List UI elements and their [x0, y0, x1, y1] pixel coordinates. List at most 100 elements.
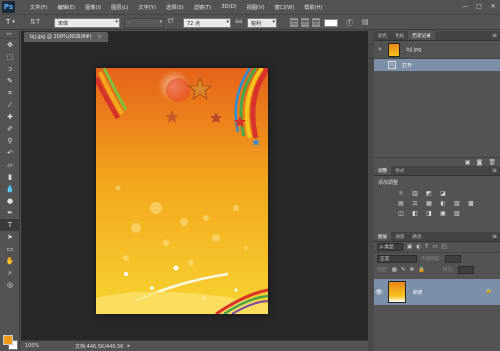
history-snapshot[interactable]: ✎ bjj.jpg — [374, 41, 500, 59]
menu-file[interactable]: 文件(F) — [25, 4, 52, 11]
document-canvas[interactable] — [96, 68, 268, 314]
tab-history[interactable]: 历史记录 — [408, 31, 435, 40]
font-size-select[interactable]: 72 点 ▾ — [183, 18, 231, 28]
visibility-eye-icon[interactable]: 👁 — [374, 289, 384, 296]
adjustment-filter-icon[interactable]: ◐ — [416, 244, 421, 250]
tab-swatches[interactable]: 色板 — [391, 31, 408, 40]
channel-mixer-icon[interactable]: ▩ — [466, 199, 476, 207]
move-tool-icon[interactable]: ✥ — [0, 39, 20, 51]
font-family-select[interactable]: 宋体 ▾ — [54, 18, 120, 28]
history-brush-tool-icon[interactable]: ↶ — [0, 147, 20, 159]
close-tab-icon[interactable]: × — [98, 34, 102, 40]
new-document-from-state-icon[interactable]: ▣ — [465, 159, 471, 166]
type-tool-icon[interactable]: T — [0, 219, 20, 231]
tab-layers[interactable]: 图层 — [374, 232, 392, 241]
minimize-button[interactable]: — — [460, 2, 470, 10]
quick-mask-icon[interactable]: ◎ — [0, 279, 20, 291]
hand-tool-icon[interactable]: ✋ — [0, 255, 20, 267]
document-info[interactable]: 文档:446.5K/446.5K — [75, 343, 124, 350]
lock-pixels-icon[interactable]: ✎ — [401, 267, 406, 273]
blend-mode-select[interactable]: 正常 — [377, 254, 417, 263]
smart-object-filter-icon[interactable]: ◰ — [442, 244, 447, 250]
tab-adjustments[interactable]: 调整 — [374, 166, 392, 175]
align-left-icon[interactable] — [290, 18, 298, 27]
threshold-icon[interactable]: ◨ — [424, 209, 434, 217]
clone-stamp-tool-icon[interactable]: ⚲ — [0, 135, 20, 147]
type-filter-icon[interactable]: T — [425, 244, 428, 250]
panel-menu-icon[interactable]: ≡ — [492, 233, 497, 240]
marquee-tool-icon[interactable]: ⬚ — [0, 51, 20, 63]
text-orientation-icon[interactable]: ⇅T — [30, 18, 40, 26]
menu-view[interactable]: 视图(V) — [242, 4, 270, 11]
document-tab[interactable]: bjj.jpg @ 100%(RGB/8#) × — [24, 32, 108, 42]
gradient-map-icon[interactable]: ▣ — [438, 209, 448, 217]
exposure-icon[interactable]: ◪ — [438, 189, 448, 197]
menu-edit[interactable]: 编辑(E) — [52, 4, 80, 11]
brush-tool-icon[interactable]: ✐ — [0, 123, 20, 135]
character-panel-icon[interactable]: ▤ — [362, 18, 369, 26]
posterize-icon[interactable]: ◧ — [410, 209, 420, 217]
status-menu-icon[interactable]: ▸ — [128, 343, 131, 349]
fill-input[interactable] — [457, 265, 474, 274]
black-white-icon[interactable]: ◐ — [438, 199, 448, 207]
levels-icon[interactable]: ▥ — [410, 189, 420, 197]
lock-position-icon[interactable]: ✥ — [410, 267, 415, 273]
lock-transparency-icon[interactable]: ▦ — [392, 267, 397, 273]
menu-filter[interactable]: 滤镜(T) — [189, 4, 217, 11]
healing-brush-tool-icon[interactable]: ✚ — [0, 111, 20, 123]
photo-filter-icon[interactable]: ▧ — [452, 199, 462, 207]
blur-tool-icon[interactable]: 💧 — [0, 183, 20, 195]
layer-row[interactable]: 👁 背景 🔒 — [374, 279, 500, 305]
lasso-tool-icon[interactable]: ↄ — [0, 63, 20, 75]
selective-color-icon[interactable]: ▨ — [452, 209, 462, 217]
antialias-select[interactable]: 锐利 ▾ — [247, 18, 277, 28]
toolbox-grip-icon[interactable]: ▸▸ — [0, 31, 19, 39]
menu-image[interactable]: 图像(I) — [80, 4, 106, 11]
menu-3d[interactable]: 3D(D) — [216, 4, 241, 11]
align-center-icon[interactable] — [301, 18, 309, 27]
shape-tool-icon[interactable]: ▭ — [0, 243, 20, 255]
type-tool-preset-icon[interactable]: T ▾ — [6, 16, 22, 28]
warp-text-icon[interactable]: Ⓣ — [346, 18, 353, 28]
dodge-tool-icon[interactable]: ● — [0, 195, 20, 207]
path-select-tool-icon[interactable]: ➤ — [0, 231, 20, 243]
shape-filter-icon[interactable]: ▭ — [432, 244, 437, 250]
tab-paths[interactable]: 路径 — [408, 232, 425, 241]
history-state[interactable]: ▫ 打开 — [374, 59, 500, 71]
camera-snapshot-icon[interactable]: ◙ — [477, 159, 483, 166]
menu-select[interactable]: 选择(S) — [161, 4, 189, 11]
crop-tool-icon[interactable]: ⌗ — [0, 87, 20, 99]
opacity-input[interactable] — [444, 254, 461, 263]
zoom-level[interactable]: 100% — [21, 343, 45, 349]
zoom-tool-icon[interactable]: ⌕ — [0, 267, 20, 279]
trash-icon[interactable]: 🗑 — [488, 159, 496, 166]
eraser-tool-icon[interactable]: ▱ — [0, 159, 20, 171]
pixel-filter-icon[interactable]: ▣ — [407, 244, 412, 250]
panel-menu-icon[interactable]: ≡ — [492, 167, 497, 174]
align-right-icon[interactable] — [312, 18, 320, 27]
tab-styles[interactable]: 样式 — [391, 166, 408, 175]
foreground-color-swatch[interactable] — [3, 335, 13, 345]
panel-menu-icon[interactable]: ≡ — [492, 32, 497, 39]
quick-select-tool-icon[interactable]: ✎ — [0, 75, 20, 87]
layer-kind-filter[interactable]: ρ 类型 — [377, 243, 403, 251]
vibrance-icon[interactable]: ▤ — [396, 199, 406, 207]
font-style-select[interactable]: - ▾ — [124, 18, 164, 28]
close-button[interactable]: ✕ — [488, 2, 498, 10]
menu-type[interactable]: 文字(Y) — [133, 4, 161, 11]
color-balance-icon[interactable]: ▦ — [424, 199, 434, 207]
menu-layer[interactable]: 图层(L) — [106, 4, 133, 11]
invert-icon[interactable]: ◫ — [396, 209, 406, 217]
tab-channels[interactable]: 通道 — [391, 232, 408, 241]
brightness-contrast-icon[interactable]: ☼ — [396, 189, 406, 197]
lock-all-icon[interactable]: 🔒 — [418, 267, 425, 273]
tab-color[interactable]: 颜色 — [374, 31, 391, 40]
pen-tool-icon[interactable]: ✒ — [0, 207, 20, 219]
gradient-tool-icon[interactable]: ▮ — [0, 171, 20, 183]
menu-help[interactable]: 帮助(H) — [299, 4, 327, 11]
curves-icon[interactable]: ◩ — [424, 189, 434, 197]
text-color-swatch[interactable] — [324, 19, 338, 27]
hue-saturation-icon[interactable]: ⚖ — [410, 199, 420, 207]
maximize-button[interactable]: □ — [474, 2, 484, 10]
eyedropper-tool-icon[interactable]: ⁄ — [0, 99, 20, 111]
